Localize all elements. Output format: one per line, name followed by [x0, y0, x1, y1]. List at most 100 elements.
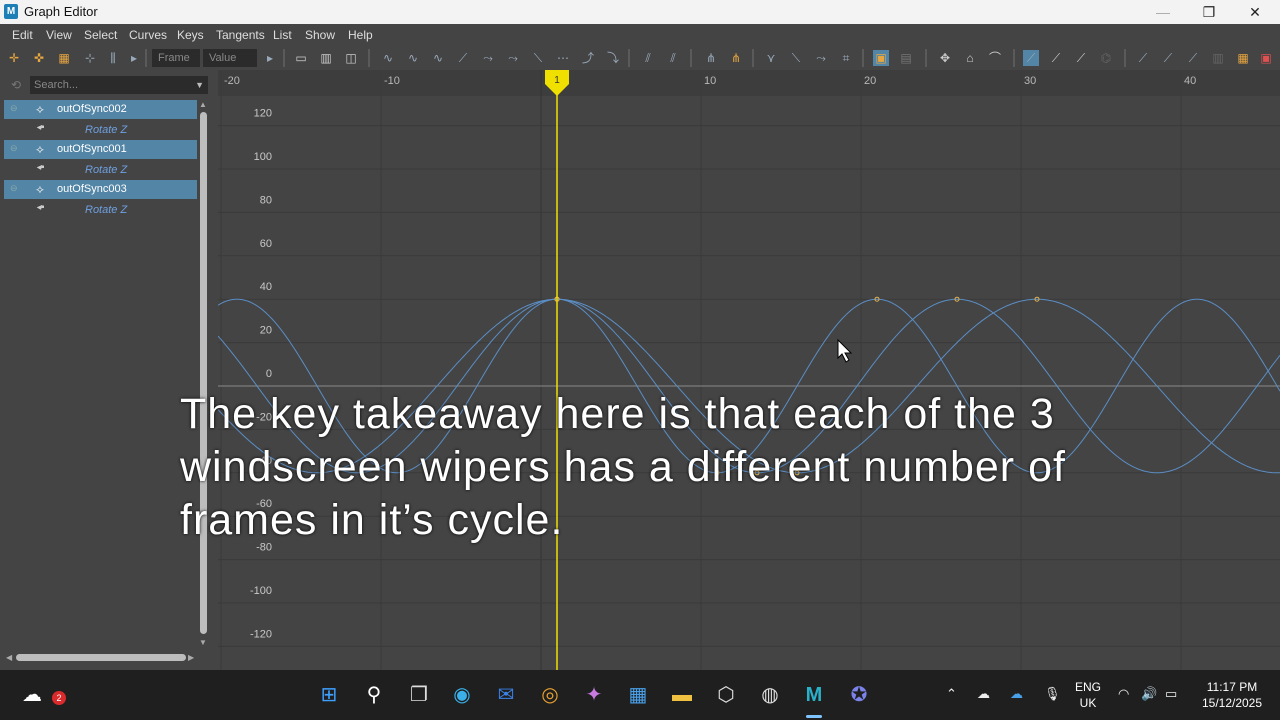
microphone-icon[interactable]: 🎙 — [1044, 686, 1061, 702]
time-editor-icon[interactable]: ▣ — [1258, 50, 1274, 66]
expand-icon[interactable]: ⊖ — [10, 103, 18, 114]
curve-simplify-icon[interactable]: ⟋ — [1160, 50, 1176, 66]
buffer-curve-icon[interactable]: ⋔ — [703, 50, 719, 66]
break-tangent-icon[interactable]: ⋯ — [555, 50, 571, 66]
cycle-icon[interactable]: ⤳ — [813, 50, 829, 66]
value-field[interactable]: Value — [203, 49, 257, 67]
system-clock[interactable]: 11:17 PM 15/12/2025 — [1192, 679, 1272, 711]
menu-edit[interactable]: Edit — [12, 28, 33, 42]
unity-icon[interactable]: ⬡ — [712, 681, 740, 709]
menu-select[interactable]: Select — [84, 28, 117, 42]
arrow-right-icon[interactable]: ▸ — [126, 50, 142, 66]
dope-sheet-icon[interactable]: ▦ — [1235, 50, 1251, 66]
unify-tangent-icon[interactable]: ⤴ — [580, 50, 596, 66]
frame-field[interactable]: Frame — [152, 49, 200, 67]
free-tangent-icon[interactable]: ⤵ — [605, 50, 621, 66]
menu-view[interactable]: View — [46, 28, 72, 42]
language-indicator[interactable]: ENG UK — [1068, 679, 1108, 711]
chevron-down-icon[interactable]: ▼ — [195, 76, 204, 94]
move-key-icon[interactable]: ✛ — [6, 50, 22, 66]
start-button[interactable]: ⊞ — [315, 681, 343, 709]
pre-infinity-icon[interactable]: ⋎ — [763, 50, 779, 66]
flat-tangent-icon[interactable]: ⤳ — [480, 50, 496, 66]
snap-icon[interactable]: ⌂ — [962, 50, 978, 66]
chrome-icon[interactable]: ◎ — [536, 681, 564, 709]
post-infinity-icon[interactable]: ⟍ — [788, 50, 804, 66]
filter-icon[interactable]: ⟲ — [8, 77, 24, 93]
maximize-button[interactable]: ❐ — [1186, 0, 1232, 24]
scroll-right-icon[interactable]: ▶ — [188, 653, 194, 662]
obs-icon[interactable]: ◍ — [756, 681, 784, 709]
normalize-icon[interactable]: ⌒ — [987, 50, 1003, 66]
lock-icon[interactable]: ⌗ — [838, 50, 854, 66]
chevron-up-icon[interactable]: ⌃ — [946, 686, 957, 702]
outliner-attr-rotate-z[interactable]: ◂▪ Rotate Z — [4, 200, 197, 219]
linear-tangent-icon[interactable]: ⟋ — [455, 50, 471, 66]
store-icon[interactable]: ▦ — [624, 681, 652, 709]
teams-icon[interactable]: ✪ — [845, 681, 873, 709]
onedrive-icon[interactable]: ☁ — [1010, 686, 1023, 702]
menu-curves[interactable]: Curves — [129, 28, 167, 42]
volume-icon[interactable]: 🔊 — [1141, 686, 1157, 702]
arrow-right-icon[interactable]: ▸ — [262, 50, 278, 66]
scroll-down-icon[interactable]: ▼ — [199, 638, 207, 647]
normalized-view-icon[interactable]: ⟋ — [1048, 50, 1064, 66]
frame-all-icon[interactable]: ▭ — [293, 50, 309, 66]
scroll-thumb[interactable] — [200, 112, 207, 634]
trax-icon[interactable]: ▥ — [1210, 50, 1226, 66]
graph-view[interactable]: -20 -10 10 20 30 40 120 100 80 60 40 20 0 -20 -40 -60-… — [218, 70, 1280, 670]
outliner-item-outOfSync002[interactable]: ⊖ ⟡ outOfSync002 — [4, 100, 197, 119]
time-ruler[interactable] — [218, 70, 1280, 96]
mail-icon[interactable]: ✉ — [492, 681, 520, 709]
outliner-attr-rotate-z[interactable]: ◂▪ Rotate Z — [4, 120, 197, 139]
retime-icon[interactable]: ⫼ — [105, 50, 121, 66]
stacked-view-icon[interactable]: ⟋ — [1023, 50, 1039, 66]
menu-tangents[interactable]: Tangents — [216, 28, 265, 42]
auto-tangent-icon[interactable]: ∿ — [380, 50, 396, 66]
outliner-item-outOfSync001[interactable]: ⊖ ⟡ outOfSync001 — [4, 140, 197, 159]
onedrive-off-icon[interactable]: ☁ — [977, 686, 990, 702]
menu-show[interactable]: Show — [305, 28, 335, 42]
maya-taskbar-icon[interactable]: M — [800, 681, 828, 709]
scroll-up-icon[interactable]: ▲ — [199, 100, 207, 109]
close-button[interactable]: ✕ — [1232, 0, 1278, 24]
lock-tangent-icon[interactable]: ⫽ — [665, 50, 681, 66]
plateau-tangent-icon[interactable]: ⟍ — [530, 50, 546, 66]
region-icon[interactable]: ⊹ — [82, 50, 98, 66]
curve-graph[interactable]: -20 -10 10 20 30 40 120100806040200-20-40-60-… — [218, 70, 1280, 670]
show-infinity-icon[interactable]: ▣ — [873, 50, 889, 66]
search-icon[interactable]: ⚲ — [360, 681, 388, 709]
spline-tangent-icon[interactable]: ∿ — [405, 50, 421, 66]
menu-help[interactable]: Help — [348, 28, 373, 42]
show-buffer-icon[interactable]: ▤ — [898, 50, 914, 66]
scroll-thumb[interactable] — [16, 654, 186, 661]
current-time-marker[interactable]: 1 — [545, 70, 569, 670]
minimize-button[interactable]: — — [1140, 0, 1186, 24]
wifi-icon[interactable]: ◠ — [1118, 686, 1129, 702]
outliner-attr-rotate-z[interactable]: ◂▪ Rotate Z — [4, 160, 197, 179]
expand-icon[interactable]: ⊖ — [10, 143, 18, 154]
weighted-tangent-icon[interactable]: ⫽ — [640, 50, 656, 66]
euler-filter-icon[interactable]: ⟋ — [1135, 50, 1151, 66]
absolute-view-icon[interactable]: ⟋ — [1073, 50, 1089, 66]
copilot-icon[interactable]: ✦ — [580, 681, 608, 709]
edge-icon[interactable]: ◉ — [448, 681, 476, 709]
clamped-tangent-icon[interactable]: ∿ — [430, 50, 446, 66]
move-tool-icon[interactable]: ✥ — [937, 50, 953, 66]
lattice-icon[interactable]: ▦ — [56, 50, 72, 66]
resample-icon[interactable]: ⟋ — [1185, 50, 1201, 66]
swap-buffer-icon[interactable]: ⋔ — [728, 50, 744, 66]
denormalize-icon[interactable]: ⌬ — [1098, 50, 1114, 66]
frame-playback-icon[interactable]: ▥ — [318, 50, 334, 66]
center-view-icon[interactable]: ◫ — [343, 50, 359, 66]
outliner-item-outOfSync003[interactable]: ⊖ ⟡ outOfSync003 — [4, 180, 197, 199]
file-explorer-icon[interactable]: ▬ — [668, 681, 696, 709]
step-tangent-icon[interactable]: ⤳ — [505, 50, 521, 66]
outliner-horizontal-scrollbar[interactable]: ◀ ▶ — [6, 652, 196, 662]
weather-widget[interactable]: ☁ 2 — [18, 681, 66, 709]
scroll-left-icon[interactable]: ◀ — [6, 653, 12, 662]
battery-icon[interactable]: ▭ — [1165, 686, 1177, 702]
expand-icon[interactable]: ⊖ — [10, 183, 18, 194]
task-view-icon[interactable]: ❐ — [405, 681, 433, 709]
menu-list[interactable]: List — [273, 28, 292, 42]
